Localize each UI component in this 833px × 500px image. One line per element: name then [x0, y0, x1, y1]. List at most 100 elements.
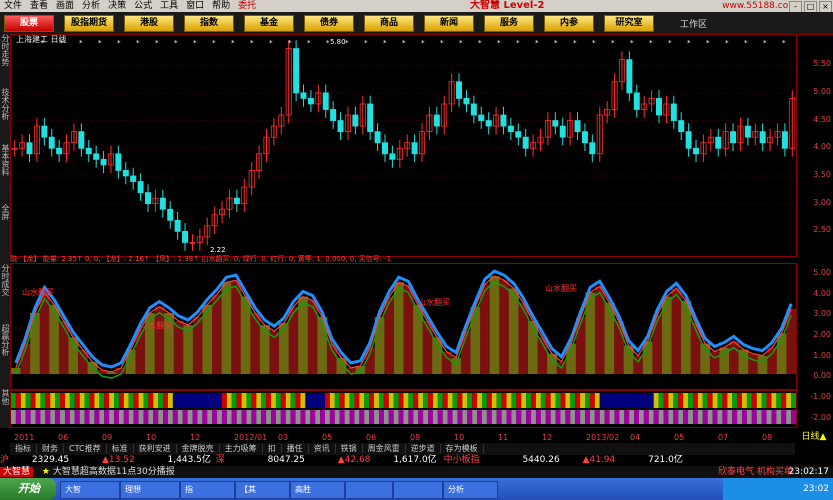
indicator-tab[interactable]: 逆步道	[405, 444, 441, 453]
candle-body	[781, 131, 788, 149]
workspace-label[interactable]: 工作区	[680, 17, 707, 30]
date-tick: 12	[190, 433, 201, 442]
nav-tab[interactable]: 服务	[484, 15, 534, 32]
taskbar-item[interactable]: 【其	[235, 481, 290, 499]
signal-star: *	[744, 39, 748, 47]
indicator-tab[interactable]: CTC推荐	[64, 444, 107, 453]
menu-item[interactable]: 工具	[156, 0, 182, 12]
indicator-tab[interactable]: 获利安进	[133, 444, 177, 453]
indicator-tab[interactable]: 存为模板	[440, 444, 484, 453]
taskbar-item[interactable]: 大智	[60, 481, 120, 499]
nav-tab[interactable]: 新闻	[424, 15, 474, 32]
news-right[interactable]: 欣泰电气 机构买单	[718, 466, 793, 478]
taskbar-item[interactable]: 分析	[443, 481, 498, 499]
price-axis: 5.50 5.00 4.50 4.00 3.50 3.00 2.50 5.00 4.00 3.00…	[795, 34, 833, 428]
window-controls: - □ ×	[788, 0, 833, 13]
menu-item[interactable]: 窗口	[182, 0, 208, 12]
nav-tab[interactable]: 基金	[244, 15, 294, 32]
left-tab[interactable]: 分时走势	[0, 34, 10, 66]
indicator-bar	[604, 302, 615, 375]
stripe-cell-top	[290, 393, 296, 408]
indicator-tab[interactable]: 扣	[262, 444, 282, 453]
stripe-cell-bottom	[688, 410, 693, 424]
signal-star: *	[212, 39, 216, 47]
menu-item[interactable]: 决策	[104, 0, 130, 12]
nav-tab[interactable]: 指数	[184, 15, 234, 32]
taskbar-item[interactable]: 指	[180, 481, 235, 499]
stripe-cell-top	[104, 393, 110, 408]
indicator-tab[interactable]: 金牌脱壳	[176, 444, 220, 453]
price-chart[interactable]: * * * * * * * * * * * * * * * * * * * * * * * * * * * * * * * * * * * * * * * *	[10, 34, 797, 257]
period-selector[interactable]: 日线▲	[795, 432, 833, 443]
stripe-cell-top	[673, 393, 679, 408]
nav-tab[interactable]: 内参	[544, 15, 594, 32]
news-headline[interactable]: 大智慧超高数据11点30分播报	[53, 467, 175, 477]
indicator-tab[interactable]: 财务	[37, 444, 64, 453]
taskbar-item[interactable]: 理想	[120, 481, 180, 499]
nav-tab[interactable]: 港股	[124, 15, 174, 32]
menu-item[interactable]: 委托	[234, 0, 260, 12]
left-tab[interactable]: 分时成交	[0, 264, 10, 296]
indicator-tab[interactable]: 资讯	[308, 444, 336, 453]
taskbar-item[interactable]	[393, 481, 443, 499]
menu-item[interactable]: 文件	[0, 0, 26, 12]
indicator-tab[interactable]: 铁锅	[335, 444, 363, 453]
left-tab[interactable]: 基本资料	[0, 144, 10, 176]
candle-body	[507, 125, 514, 133]
candle-body	[145, 192, 151, 205]
stripe-cell-bottom	[339, 410, 345, 424]
signal-star: *	[782, 39, 786, 47]
stripe-cell-top	[55, 393, 61, 408]
stripe-cell-top	[192, 393, 198, 408]
taskbar-item[interactable]	[345, 481, 393, 499]
price-tick: 3.00	[813, 197, 831, 207]
date-tick: 10	[146, 433, 157, 442]
indicator-tab[interactable]: 播任	[281, 444, 309, 453]
nav-tab[interactable]: 债券	[304, 15, 354, 32]
stripe-cell-top	[516, 393, 522, 408]
left-tab[interactable]: 其他	[0, 389, 10, 405]
stripe-cell-top	[746, 393, 752, 408]
nav-tab[interactable]: 股票	[4, 15, 54, 32]
stripe-cell-bottom	[221, 410, 227, 424]
nav-tab[interactable]: 商品	[364, 15, 414, 32]
stripe-cell-top	[521, 393, 527, 408]
stripe-cell-top	[781, 393, 787, 408]
stripe-cell-bottom	[172, 410, 178, 424]
news-bar[interactable]: 大智慧 ★ 大智慧超高数据11点30分播报 欣泰电气 机构买单 23:02:17	[0, 466, 833, 478]
clock: 23:02:17	[788, 467, 829, 477]
start-button[interactable]: 开始	[0, 478, 56, 500]
indicator-tick: 4.00	[813, 288, 831, 298]
indicator-chart[interactable]	[10, 263, 797, 390]
nav-tab[interactable]: 研究室	[604, 15, 654, 32]
indicator-tab[interactable]: 指标	[10, 444, 37, 453]
left-tab[interactable]: 超赢分析	[0, 324, 10, 356]
indicator-bar	[671, 288, 682, 375]
menu-item[interactable]: 查看	[26, 0, 52, 12]
left-tab[interactable]: 技术分析	[0, 88, 10, 120]
stripe-cell-top	[25, 393, 31, 408]
signal-star: *	[269, 39, 273, 47]
stripe-cell-bottom	[55, 410, 61, 424]
signal-label: 山水翻买	[545, 284, 577, 293]
signal-star: *	[554, 39, 558, 47]
taskbar-item[interactable]: 高胜	[290, 481, 345, 499]
signal-star: *	[383, 39, 387, 47]
stripe-cell-top	[653, 393, 659, 408]
stripe-cell-top	[555, 393, 561, 408]
menu-item[interactable]: 帮助	[208, 0, 234, 12]
nav-tab[interactable]: 股指期货	[64, 15, 114, 32]
stripe-cell-top	[403, 393, 409, 408]
menu-item[interactable]: 画面	[52, 0, 78, 12]
stripe-cell-top	[60, 393, 65, 408]
stripe-cell-top	[114, 393, 119, 408]
signal-star: *	[630, 39, 634, 47]
stripe-cell-bottom	[320, 410, 325, 424]
signal-star: *	[649, 39, 653, 47]
indicator-tab[interactable]: 周金风雷	[362, 444, 406, 453]
menu-item[interactable]: 公式	[130, 0, 156, 12]
menu-item[interactable]: 分析	[78, 0, 104, 12]
indicator-tab[interactable]: 主力吸筹	[219, 444, 263, 453]
left-tab[interactable]: 全屏	[0, 204, 10, 220]
indicator-tab[interactable]: 标准	[106, 444, 134, 453]
